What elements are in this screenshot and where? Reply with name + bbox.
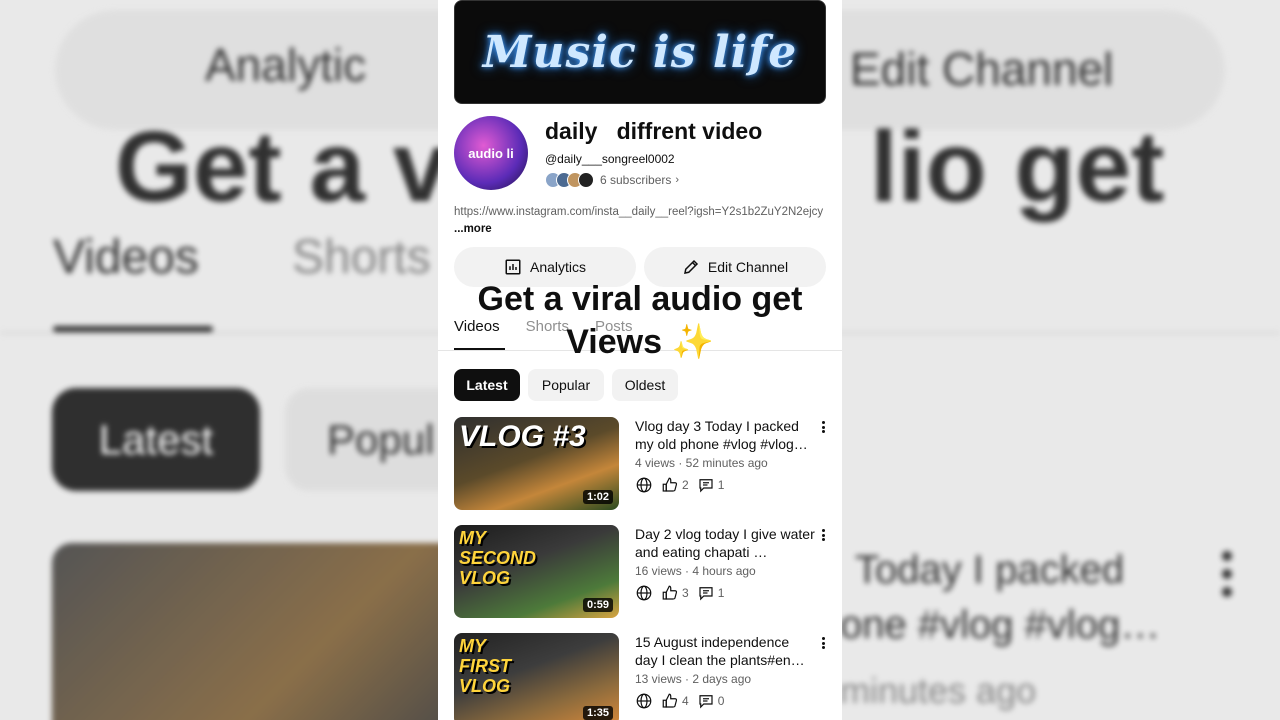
bg-headline-left: Get a v <box>115 111 449 223</box>
channel-banner: Music is life <box>454 0 826 104</box>
thumbnail-text: MY SECOND VLOG <box>459 528 537 588</box>
bg-title-line2: one #vlog #vlog… <box>840 603 1161 647</box>
likes-stat: 2 <box>661 476 689 494</box>
video-meta: 4 views · 52 minutes ago <box>635 456 768 470</box>
like-count: 4 <box>682 694 689 708</box>
analytics-icon <box>505 259 521 275</box>
chip-oldest[interactable]: Oldest <box>612 369 678 401</box>
comments-stat: 1 <box>697 476 725 494</box>
comments-stat: 1 <box>697 584 725 602</box>
more-options-icon[interactable] <box>818 635 828 651</box>
video-title[interactable]: Day 2 vlog today I give water and eating… <box>635 525 815 561</box>
channel-handle: @daily___songreel0002 <box>545 152 675 166</box>
bg-popular-label: Popul <box>327 416 435 463</box>
thumbs-up-icon <box>662 585 678 600</box>
video-title[interactable]: Vlog day 3 Today I packed my old phone #… <box>635 417 815 453</box>
video-item[interactable]: MY SECOND VLOG 0:59 Day 2 vlog today I g… <box>454 525 826 621</box>
video-stats: 4 0 <box>635 692 732 710</box>
bg-edit-label: Edit Channel <box>850 43 1114 95</box>
bg-videos-label: Videos <box>53 231 199 284</box>
comment-count: 1 <box>717 586 725 600</box>
overlay-views-text: Views <box>566 323 662 361</box>
comments-stat: 0 <box>697 692 725 710</box>
video-stats: 3 1 <box>635 584 732 602</box>
video-item[interactable]: MY FIRST VLOG 1:35 15 August independenc… <box>454 633 826 720</box>
video-duration: 1:35 <box>582 706 613 720</box>
thumbs-up-icon <box>662 693 678 708</box>
phone-screen: Music is life audio li daily diffrent vi… <box>438 0 842 720</box>
thumbnail-text: MY FIRST VLOG <box>459 636 511 696</box>
more-options-icon[interactable] <box>818 419 828 435</box>
edit-channel-label: Edit Channel <box>707 259 789 275</box>
more-link[interactable]: ...more <box>454 223 492 235</box>
chip-popular[interactable]: Popular <box>528 369 604 401</box>
subscriber-count: 6 subscribers <box>600 173 672 187</box>
globe-icon <box>636 585 652 601</box>
video-duration: 1:02 <box>582 490 613 504</box>
likes-stat: 4 <box>661 692 689 710</box>
bg-thumbnail <box>52 543 472 720</box>
like-count: 2 <box>682 478 689 492</box>
channel-avatar[interactable]: audio li <box>454 116 528 190</box>
thumbnail-text: VLOG #3 <box>459 420 586 453</box>
video-thumbnail[interactable]: MY FIRST VLOG 1:35 <box>454 633 619 720</box>
comment-icon <box>699 587 713 601</box>
bg-kebab-icon <box>1218 548 1236 600</box>
overlay-caption-line1: Get a viral audio get <box>477 280 803 318</box>
visibility-stat <box>635 692 653 710</box>
chevron-right-icon: › <box>675 174 680 186</box>
chip-latest[interactable]: Latest <box>454 369 520 401</box>
like-count: 3 <box>682 586 689 600</box>
globe-icon <box>636 477 652 493</box>
overlay-caption-line2: Views ✨ <box>438 322 842 362</box>
video-title[interactable]: 15 August independence day I clean the p… <box>635 633 815 669</box>
bg-latest-chip: Latest <box>52 388 260 491</box>
comment-icon <box>699 479 713 493</box>
subscriber-avatars <box>545 172 594 188</box>
more-options-icon[interactable] <box>818 527 828 543</box>
video-meta: 16 views · 4 hours ago <box>635 564 756 578</box>
pencil-icon <box>683 259 698 274</box>
likes-stat: 3 <box>661 584 689 602</box>
description-text: https://www.instagram.com/insta__daily__… <box>454 206 824 218</box>
sparkle-icon: ✨ <box>671 323 714 361</box>
bg-title-line1: Today I packed <box>855 548 1125 592</box>
bg-meta: minutes ago <box>840 670 1037 711</box>
visibility-stat <box>635 584 653 602</box>
bg-headline-right: lio get <box>870 111 1165 223</box>
video-duration: 0:59 <box>582 598 613 612</box>
video-stats: 2 1 <box>635 476 732 494</box>
comment-icon <box>699 695 713 709</box>
subscribers-link[interactable]: 6 subscribers › <box>545 172 679 188</box>
comment-count: 1 <box>717 478 725 492</box>
subscriber-avatar <box>578 172 594 188</box>
banner-text: Music is life <box>482 26 798 78</box>
analytics-label: Analytics <box>529 259 587 275</box>
comment-count: 0 <box>717 694 725 708</box>
visibility-stat <box>635 476 653 494</box>
video-thumbnail[interactable]: VLOG #3 1:02 <box>454 417 619 510</box>
thumbs-up-icon <box>662 477 678 492</box>
bg-analytics-label: Analytic <box>205 39 367 91</box>
channel-name: daily diffrent video <box>545 118 763 144</box>
bg-shorts-label: Shorts <box>292 231 431 284</box>
avatar-text: audio li <box>468 145 514 161</box>
video-thumbnail[interactable]: MY SECOND VLOG 0:59 <box>454 525 619 618</box>
channel-description[interactable]: https://www.instagram.com/insta__daily__… <box>454 204 826 238</box>
video-item[interactable]: VLOG #3 1:02 Vlog day 3 Today I packed m… <box>454 417 826 513</box>
globe-icon <box>636 693 652 709</box>
video-meta: 13 views · 2 days ago <box>635 672 752 686</box>
